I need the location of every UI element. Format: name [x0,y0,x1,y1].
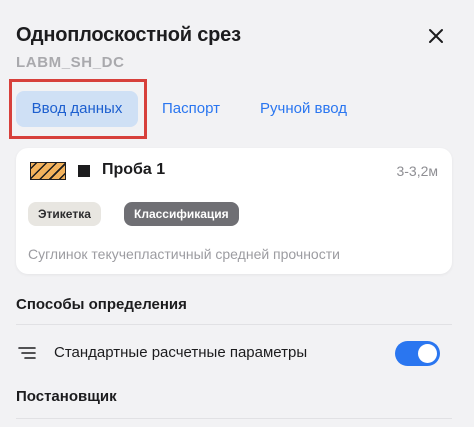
sample-name: Проба 1 [102,161,166,178]
standard-params-label: Стандартные расчетные параметры [54,344,308,361]
panel-title: Одноплоскостной срез [16,24,241,46]
tab-passport[interactable]: Паспорт [162,91,220,127]
sample-card[interactable]: Проба 1 3-3,2м Этикетка Классификация Су… [16,148,452,274]
setter-section-title: Постановщик [16,388,117,405]
tab-highlight-frame [9,79,147,139]
panel-subtitle: LABM_SH_DC [16,54,125,71]
tab-manual-input[interactable]: Ручной ввод [260,91,347,127]
divider [16,418,452,419]
toggle-knob [418,344,437,363]
close-button[interactable] [424,24,448,48]
soil-description: Суглинок текучепластичный средней прочно… [28,246,340,262]
methods-section-title: Способы определения [16,296,187,313]
label-chip[interactable]: Этикетка [28,202,101,226]
list-icon [18,346,36,360]
classification-chip[interactable]: Классификация [124,202,239,226]
standard-params-toggle[interactable] [395,341,440,366]
side-panel: Одноплоскостной срез LABM_SH_DC Ввод дан… [0,0,474,427]
soil-hatch-icon [30,162,66,180]
square-icon [78,165,90,177]
sample-depth: 3-3,2м [396,163,438,179]
close-icon [429,29,443,43]
divider [16,324,452,325]
